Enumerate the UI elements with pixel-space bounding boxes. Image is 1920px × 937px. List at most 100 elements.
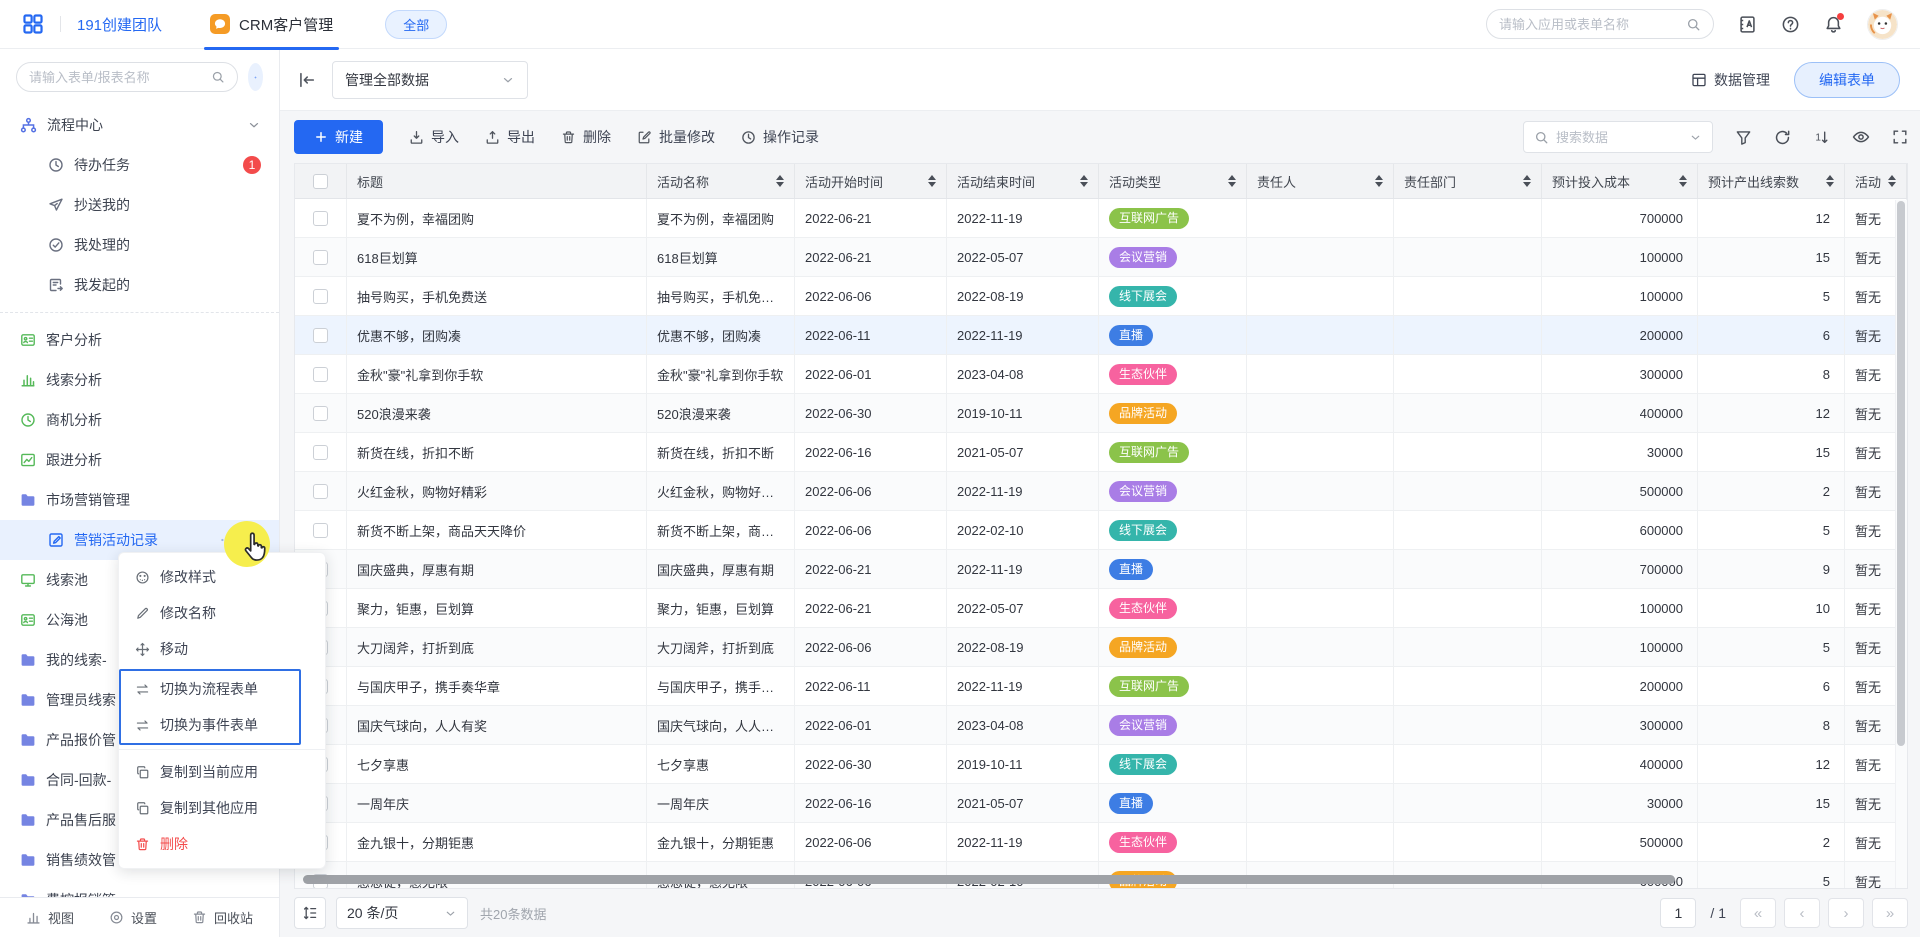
checkbox[interactable] (313, 174, 328, 189)
table-row[interactable]: 抽号购买，手机免费送抽号购买，手机免费送2022-06-062022-08-19… (295, 277, 1907, 316)
toolbar-批量修改-button[interactable]: 批量修改 (637, 127, 715, 147)
col-header-extra[interactable]: 活动 (1845, 164, 1907, 198)
menu-item-移动[interactable]: 移动 (119, 631, 325, 667)
vertical-scrollbar[interactable] (1895, 200, 1907, 888)
global-search[interactable] (1486, 9, 1714, 39)
sidebar-group-process-center[interactable]: 流程中心 (0, 105, 279, 145)
table-row[interactable]: 与国庆甲子，携手奏华章与国庆甲子，携手奏华章2022-06-112022-11-… (295, 667, 1907, 706)
col-header-start[interactable]: 活动开始时间 (795, 164, 947, 198)
add-form-button[interactable] (248, 63, 263, 91)
edit-form-button[interactable]: 编辑表单 (1794, 62, 1900, 98)
menu-item-修改样式[interactable]: 修改样式 (119, 559, 325, 595)
cell-cb[interactable] (295, 472, 347, 510)
form-search-input[interactable] (29, 70, 205, 85)
table-row[interactable]: 七夕享惠七夕享惠2022-06-302019-10-11线下展会40000012… (295, 745, 1907, 784)
table-row[interactable]: 优惠不够，团购凑优惠不够，团购凑2022-06-112022-11-19直播20… (295, 316, 1907, 355)
sort-icon[interactable] (928, 175, 936, 187)
menu-item-删除[interactable]: 删除 (119, 826, 325, 862)
new-record-button[interactable]: 新建 (294, 120, 383, 154)
col-header-name[interactable]: 活动名称 (647, 164, 795, 198)
menu-item-复制到当前应用[interactable]: 复制到当前应用 (119, 754, 325, 790)
checkbox[interactable] (313, 445, 328, 460)
team-name[interactable]: 191创建团队 (77, 14, 162, 35)
sort-icon[interactable] (1375, 175, 1383, 187)
menu-item-修改名称[interactable]: 修改名称 (119, 595, 325, 631)
table-row[interactable]: 聚力，钜惠，巨划算聚力，钜惠，巨划算2022-06-212022-05-07生态… (295, 589, 1907, 628)
collapse-sidebar-icon[interactable] (298, 71, 316, 89)
checkbox[interactable] (313, 523, 328, 538)
column-visibility-icon[interactable] (1852, 128, 1870, 146)
refresh-icon[interactable] (1774, 129, 1791, 146)
sidebar-item-市场营销管理[interactable]: 市场营销管理 (0, 480, 279, 520)
page-size-select[interactable]: 20 条/页 (336, 897, 468, 929)
sort-icon[interactable]: 1 (1813, 129, 1830, 146)
table-row[interactable]: 金九银十，分期钜惠金九银十，分期钜惠2022-06-062022-11-19生态… (295, 823, 1907, 862)
col-header-end[interactable]: 活动结束时间 (947, 164, 1099, 198)
cell-cb[interactable] (295, 316, 347, 354)
checkbox[interactable] (313, 367, 328, 382)
help-icon[interactable] (1781, 15, 1800, 34)
checkbox[interactable] (313, 406, 328, 421)
next-page-button[interactable]: › (1828, 898, 1864, 928)
checkbox[interactable] (313, 328, 328, 343)
contacts-icon[interactable] (1738, 15, 1757, 34)
col-header-leads[interactable]: 预计产出线索数 (1698, 164, 1845, 198)
sidebar-item-客户分析[interactable]: 客户分析 (0, 320, 279, 360)
sidebar-footer-回收站[interactable]: 回收站 (192, 908, 253, 927)
cell-cb[interactable] (295, 394, 347, 432)
sort-icon[interactable] (1679, 175, 1687, 187)
scope-pill[interactable]: 全部 (385, 10, 447, 39)
data-search-input[interactable] (1556, 130, 1682, 145)
cell-cb[interactable] (295, 277, 347, 315)
cell-cb[interactable] (295, 433, 347, 471)
sidebar-item-抄送我的[interactable]: 抄送我的 (0, 185, 279, 225)
menu-item-切换为事件表单[interactable]: 切换为事件表单 (121, 707, 299, 743)
sidebar-item-商机分析[interactable]: 商机分析 (0, 400, 279, 440)
sort-icon[interactable] (1228, 175, 1236, 187)
menu-item-切换为流程表单[interactable]: 切换为流程表单 (121, 671, 299, 707)
checkbox[interactable] (313, 250, 328, 265)
checkbox[interactable] (313, 484, 328, 499)
filter-icon[interactable] (1735, 129, 1752, 146)
table-row[interactable]: 夏不为例，幸福团购夏不为例，幸福团购2022-06-212022-11-19互联… (295, 199, 1907, 238)
data-search[interactable] (1523, 121, 1713, 153)
tab-crm-app[interactable]: CRM客户管理 (204, 0, 339, 49)
col-header-owner[interactable]: 责任人 (1247, 164, 1394, 198)
table-row[interactable]: 新货在线，折扣不断新货在线，折扣不断2022-06-162021-05-07互联… (295, 433, 1907, 472)
sort-icon[interactable] (1826, 175, 1834, 187)
sort-icon[interactable] (776, 175, 784, 187)
toolbar-删除-button[interactable]: 删除 (561, 127, 611, 147)
table-row[interactable]: 大刀阔斧，打折到底大刀阔斧，打折到底2022-06-062022-08-19品牌… (295, 628, 1907, 667)
table-row[interactable]: 新货不断上架，商品天天降价新货不断上架，商品天天降价2022-06-062022… (295, 511, 1907, 550)
table-row[interactable]: 金秋"豪"礼拿到你手软金秋"豪"礼拿到你手软2022-06-012023-04-… (295, 355, 1907, 394)
col-header-cost[interactable]: 预计投入成本 (1542, 164, 1698, 198)
menu-item-复制到其他应用[interactable]: 复制到其他应用 (119, 790, 325, 826)
last-page-button[interactable]: » (1872, 898, 1908, 928)
cell-cb[interactable] (295, 238, 347, 276)
checkbox[interactable] (313, 211, 328, 226)
table-row[interactable]: 火红金秋，购物好精彩火红金秋，购物好精彩2022-06-062022-11-19… (295, 472, 1907, 511)
form-search[interactable] (16, 62, 238, 92)
sidebar-item-跟进分析[interactable]: 跟进分析 (0, 440, 279, 480)
notifications-button[interactable] (1824, 15, 1843, 34)
avatar[interactable] (1867, 9, 1898, 40)
row-height-button[interactable] (294, 897, 326, 929)
cell-cb[interactable] (295, 199, 347, 237)
sort-icon[interactable] (1888, 175, 1896, 187)
toolbar-操作记录-button[interactable]: 操作记录 (741, 127, 819, 147)
global-search-input[interactable] (1499, 17, 1678, 32)
first-page-button[interactable]: « (1740, 898, 1776, 928)
toolbar-导入-button[interactable]: 导入 (409, 127, 459, 147)
sort-icon[interactable] (1080, 175, 1088, 187)
table-row[interactable]: 520浪漫来袭520浪漫来袭2022-06-302019-10-11品牌活动40… (295, 394, 1907, 433)
sidebar-item-我发起的[interactable]: 我发起的 (0, 265, 279, 305)
col-header-dept[interactable]: 责任部门 (1394, 164, 1542, 198)
data-manage-button[interactable]: 数据管理 (1691, 70, 1770, 90)
app-launcher-grid-icon[interactable] (22, 13, 44, 35)
checkbox[interactable] (313, 289, 328, 304)
data-scope-select[interactable]: 管理全部数据 (332, 61, 528, 99)
col-header-title[interactable]: 标题 (347, 164, 647, 198)
sidebar-item-待办任务[interactable]: 待办任务1 (0, 145, 279, 185)
table-row[interactable]: 一周年庆一周年庆2022-06-162021-05-07直播3000015暂无 (295, 784, 1907, 823)
sort-icon[interactable] (1523, 175, 1531, 187)
